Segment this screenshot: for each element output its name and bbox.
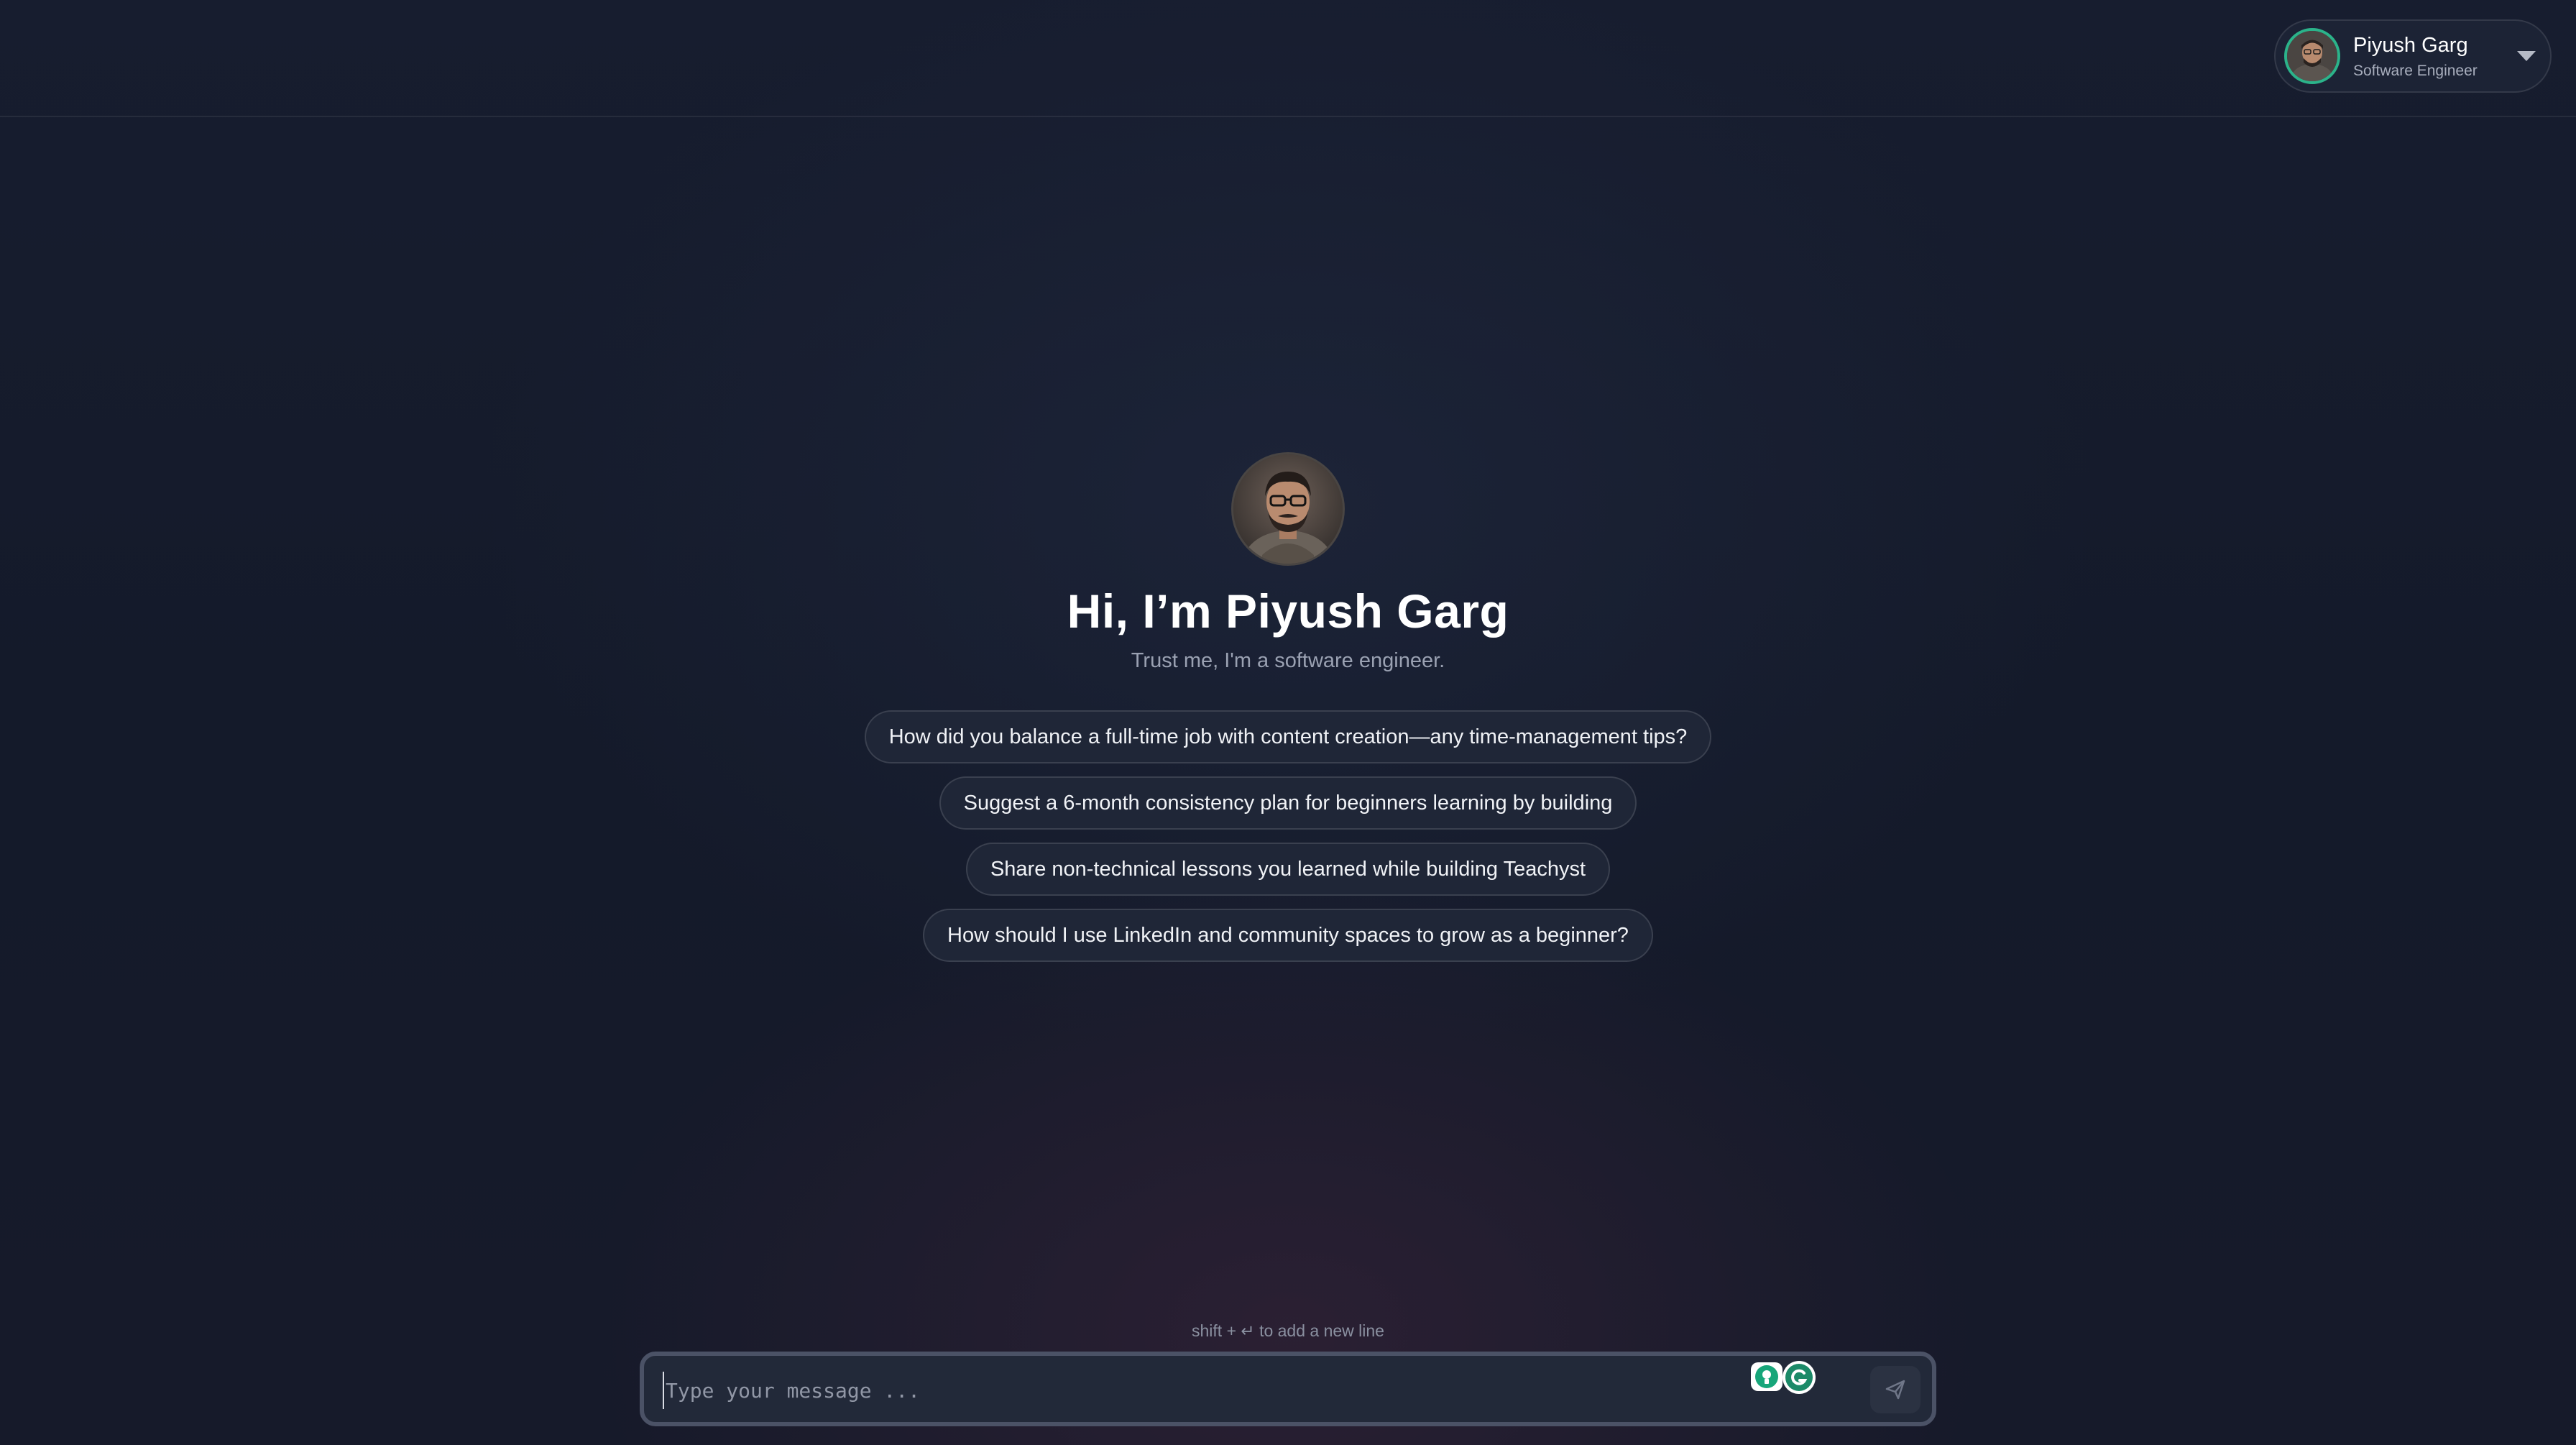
user-role: Software Engineer bbox=[2353, 63, 2478, 79]
message-composer bbox=[640, 1352, 1936, 1426]
profile-photo-icon bbox=[1233, 454, 1343, 564]
user-avatar-icon bbox=[2287, 31, 2337, 81]
extension-icons bbox=[1751, 1361, 1820, 1394]
suggestion-chip[interactable]: Suggest a 6-month consistency plan for b… bbox=[939, 776, 1637, 830]
send-button[interactable] bbox=[1870, 1366, 1920, 1413]
avatar bbox=[2284, 28, 2340, 84]
user-profile-menu[interactable]: Piyush Garg Software Engineer bbox=[2274, 19, 2552, 93]
page-title: Hi, I’m Piyush Garg bbox=[1067, 584, 1509, 638]
chevron-down-icon[interactable] bbox=[2517, 51, 2536, 61]
suggestion-chip[interactable]: How did you balance a full-time job with… bbox=[864, 710, 1712, 763]
lightbulb-extension-icon[interactable] bbox=[1751, 1362, 1782, 1391]
profile-photo bbox=[1231, 452, 1345, 566]
user-name: Piyush Garg bbox=[2353, 34, 2468, 57]
newline-hint: shift + ↵ to add a new line bbox=[1192, 1321, 1384, 1340]
suggestion-chip[interactable]: How should I use LinkedIn and community … bbox=[923, 909, 1653, 962]
chat-app: Piyush Garg Software Engineer Hi, I’m Pi… bbox=[0, 0, 2576, 1445]
send-icon bbox=[1885, 1380, 1905, 1400]
suggestion-list: How did you balance a full-time job with… bbox=[0, 710, 2576, 962]
grammarly-icon[interactable] bbox=[1782, 1361, 1816, 1394]
message-input[interactable] bbox=[663, 1372, 1659, 1409]
top-bar: Piyush Garg Software Engineer bbox=[0, 0, 2576, 117]
page-subtitle: Trust me, I'm a software engineer. bbox=[1131, 649, 1445, 672]
suggestion-chip[interactable]: Share non-technical lessons you learned … bbox=[965, 843, 1611, 896]
